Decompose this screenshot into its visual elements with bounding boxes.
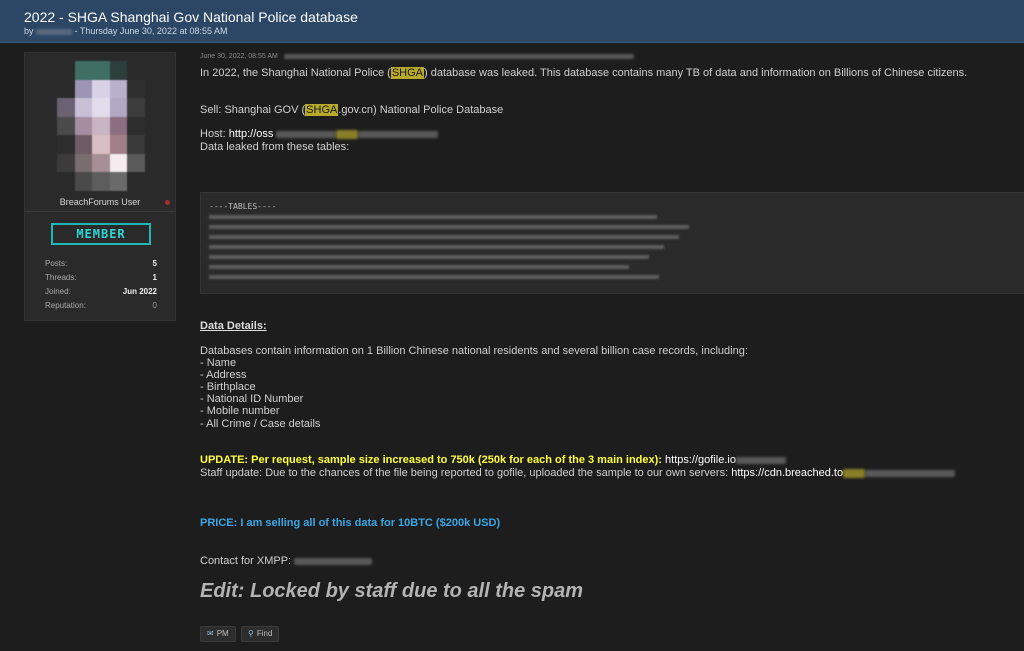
author-link[interactable] (36, 28, 73, 35)
thread-header: 2022 - SHGA Shanghai Gov National Police… (0, 0, 1024, 43)
details-item: - National ID Number (200, 393, 304, 405)
details-item: - Name (200, 357, 237, 369)
thread-byline: by - Thursday June 30, 2022 at 08:55 AM (24, 26, 227, 36)
stat-joined: Joined: Jun 2022 (45, 287, 157, 296)
contact-line: Contact for XMPP: (200, 555, 373, 567)
sell-text: Sell: Shanghai GOV ( (200, 104, 306, 116)
divider (25, 211, 175, 212)
highlight-shga: SHGA (390, 67, 424, 79)
intro-text-end: ) database was leaked. This database con… (424, 67, 968, 79)
host-line: Host: http://oss (200, 128, 439, 140)
details-intro: Databases contain information on 1 Billi… (200, 345, 748, 357)
find-button[interactable]: ⚲ Find (241, 626, 280, 642)
stat-label: Joined: (45, 287, 71, 296)
details-item: - All Crime / Case details (200, 418, 321, 430)
intro-paragraph: In 2022, the Shanghai National Police (S… (200, 67, 967, 79)
intro-text: In 2022, the Shanghai National Police ( (200, 67, 391, 79)
gofile-link[interactable]: https://gofile.io (662, 454, 736, 466)
stat-posts: Posts: 5 (45, 259, 157, 268)
user-group: BreachForums User (59, 197, 141, 207)
rank-badge: MEMBER (51, 223, 151, 245)
staff-update-text: Staff update: Due to the chances of the … (200, 467, 729, 479)
staff-update-line: Staff update: Due to the chances of the … (200, 467, 956, 479)
highlight-shga: SHGA (305, 104, 339, 116)
redacted-code-line (209, 265, 629, 269)
stat-value: Jun 2022 (122, 287, 157, 296)
redacted-highlight (843, 468, 866, 478)
post-date-text: June 30, 2022, 08:55 AM (200, 53, 278, 60)
sell-text-end: .gov.cn) National Police Database (338, 104, 504, 116)
stat-value: 1 (152, 273, 157, 282)
stat-threads: Threads: 1 (45, 273, 157, 282)
redacted-code-line (209, 255, 649, 259)
update-label: UPDATE: Per request, sample size increas… (200, 454, 662, 466)
tables-intro: Data leaked from these tables: (200, 141, 350, 153)
stat-label: Posts: (45, 259, 68, 268)
stat-value: 5 (152, 259, 157, 268)
pm-button[interactable]: ✉ PM (200, 626, 236, 642)
byline-prefix: by (24, 26, 34, 36)
stat-label: Threads: (45, 273, 77, 282)
details-item: - Birthplace (200, 381, 256, 393)
author-panel: BreachForums User MEMBER Posts: 5 Threads… (24, 52, 176, 321)
redacted-code-line (209, 245, 664, 249)
search-icon: ⚲ (248, 629, 254, 638)
redacted-text (865, 469, 956, 477)
byline-date: - Thursday June 30, 2022 at 08:55 AM (74, 26, 228, 36)
host-label: Host: (200, 128, 229, 140)
redacted-text (283, 53, 634, 59)
offline-status-dot (165, 200, 170, 205)
stat-label: Reputation: (45, 301, 86, 310)
redacted-text (358, 130, 439, 138)
stat-reputation: Reputation: 0 (45, 301, 157, 310)
sell-line: Sell: Shanghai GOV (SHGA.gov.cn) Nationa… (200, 104, 503, 116)
contact-label: Contact for XMPP: (200, 555, 292, 567)
redacted-code-line (209, 275, 659, 279)
host-link[interactable]: http://oss (229, 128, 274, 140)
find-label: Find (256, 629, 273, 638)
redacted-xmpp (294, 557, 373, 565)
pm-label: PM (216, 629, 229, 638)
code-title: ----TABLES---- (209, 202, 277, 211)
envelope-icon: ✉ (207, 629, 214, 638)
redacted-highlight (336, 129, 359, 139)
redacted-text (276, 130, 337, 138)
redacted-code-line (209, 225, 689, 229)
redacted-code-line (209, 215, 657, 219)
details-item: - Address (200, 369, 247, 381)
stat-value[interactable]: 0 (153, 301, 157, 310)
cdn-link[interactable]: https://cdn.breached.to (728, 467, 843, 479)
redacted-code-line (209, 235, 679, 239)
price-line: PRICE: I am selling all of this data for… (200, 517, 501, 529)
redacted-text (735, 456, 786, 464)
post-date: June 30, 2022, 08:55 AM (200, 53, 634, 60)
details-item: - Mobile number (200, 405, 280, 417)
avatar[interactable] (57, 61, 145, 191)
thread-title: 2022 - SHGA Shanghai Gov National Police… (24, 9, 358, 25)
edit-notice: Edit: Locked by staff due to all the spa… (200, 580, 584, 602)
details-heading: Data Details: (200, 320, 267, 332)
code-block[interactable]: ----TABLES---- (200, 192, 1024, 294)
update-line: UPDATE: Per request, sample size increas… (200, 454, 786, 466)
